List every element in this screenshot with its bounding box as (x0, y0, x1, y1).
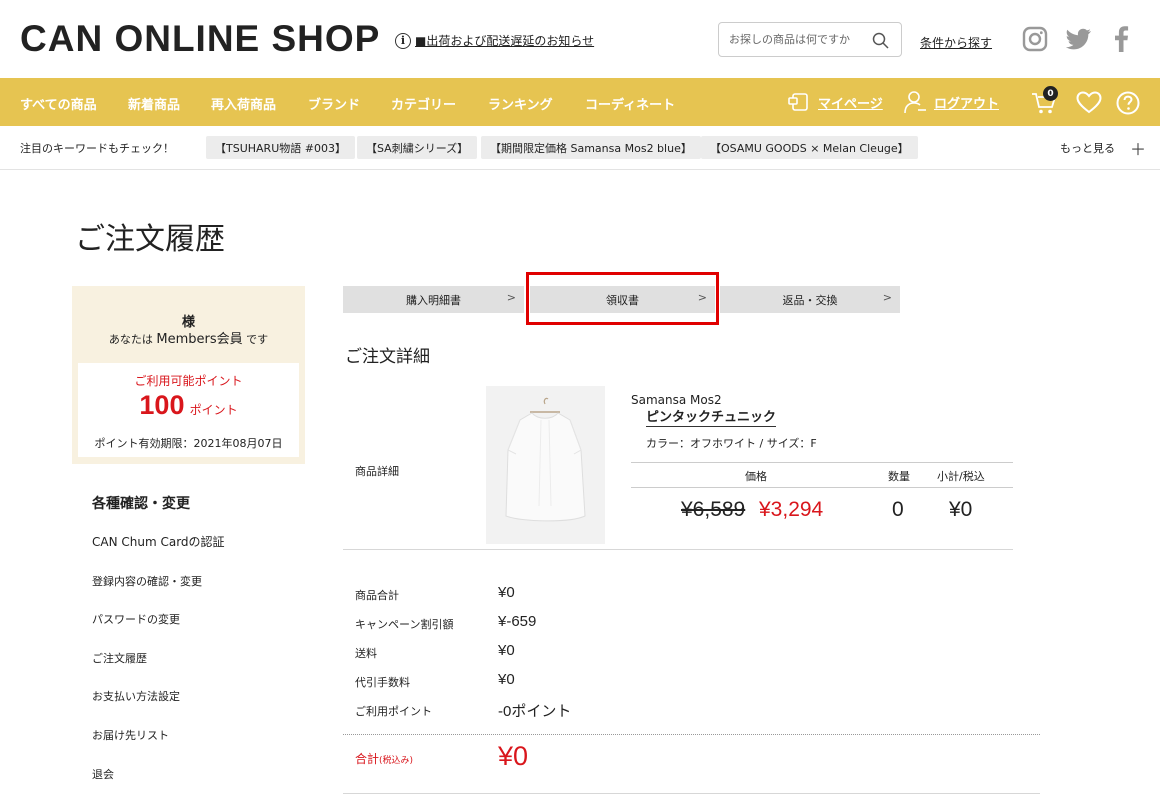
points-value: 100 ポイント (78, 390, 299, 421)
product-detail-label: 商品詳細 (355, 465, 399, 478)
subtotal-value: ¥0 (949, 498, 973, 521)
points-unit: ポイント (189, 403, 238, 417)
facebook-icon[interactable] (1113, 26, 1129, 52)
summary-divider (343, 734, 1040, 735)
total-value: ¥0 (498, 741, 529, 771)
tab-return-exchange[interactable]: 返品・交換 > (720, 286, 900, 313)
logout-label[interactable]: ログアウト (934, 93, 999, 112)
nav-all-products[interactable]: すべての商品 (20, 94, 97, 113)
nav-new-arrivals[interactable]: 新着商品 (128, 94, 180, 113)
instagram-icon[interactable] (1022, 26, 1048, 52)
product-brand: Samansa Mos2 (631, 393, 722, 407)
product-image[interactable] (486, 386, 605, 544)
side-menu-heading: 各種確認・変更 (92, 496, 190, 512)
nav-ranking[interactable]: ランキング (488, 94, 553, 113)
nav-restock[interactable]: 再入荷商品 (211, 94, 276, 113)
shipping-notice-link[interactable]: ■出荷および配送遅延のお知らせ (415, 32, 594, 49)
summary-label: 商品合計 (355, 589, 399, 602)
summary-label: キャンペーン割引額 (355, 618, 454, 631)
search-icon[interactable] (872, 32, 889, 49)
summary-label: 送料 (355, 647, 377, 660)
page-title: ご注文履歴 (75, 222, 225, 257)
nav-category[interactable]: カテゴリー (391, 94, 456, 113)
cart-button[interactable]: 0 (1031, 78, 1058, 126)
quantity-header: 数量 (888, 470, 910, 483)
side-item-addresses[interactable]: お届け先リスト (92, 727, 169, 743)
side-item-order-history[interactable]: ご注文履歴 (92, 650, 147, 666)
divider (343, 549, 1013, 550)
tab-label: 購入明細書 (406, 293, 461, 307)
points-panel: ご利用可能ポイント 100 ポイント ポイント有効期限：2021年08月07日 (78, 363, 299, 457)
tab-label: 返品・交換 (782, 293, 838, 307)
price-table-header: 価格 数量 小計/税込 (631, 462, 1013, 488)
keyword-chip[interactable]: 【SA刺繍シリーズ】 (357, 136, 478, 159)
member-rank: あなたは Members会員 です (72, 328, 305, 347)
twitter-icon[interactable] (1066, 28, 1092, 50)
keyword-bar: 注目のキーワードもチェック！ 【TSUHARU物語 #003】 【SA刺繍シリー… (0, 126, 1160, 170)
summary-value: ¥0 (498, 584, 515, 601)
summary-label: ご利用ポイント (355, 705, 432, 718)
subtotal-header: 小計/税込 (937, 470, 985, 483)
keyword-chip[interactable]: 【OSAMU GOODS × Melan Cleuge】 (701, 136, 918, 159)
side-item-payment[interactable]: お支払い方法設定 (92, 688, 180, 704)
site-logo[interactable]: CAN ONLINE SHOP (20, 18, 380, 60)
points-number: 100 (139, 390, 185, 420)
tab-purchase-statement[interactable]: 購入明細書 > (343, 286, 524, 313)
summary-value: ¥-659 (498, 613, 537, 630)
summary-value: -0ポイント (498, 703, 572, 720)
sale-price: ¥3,294 (759, 498, 824, 521)
tunic-icon (505, 397, 586, 522)
keyword-chip[interactable]: 【期間限定価格 Samansa Mos2 blue】 (481, 136, 701, 159)
highlight-box (526, 272, 719, 325)
original-price: ¥6,589 (681, 498, 746, 521)
info-icon: i (395, 32, 411, 49)
site-header: CAN ONLINE SHOP i ■出荷および配送遅延のお知らせ 条件から探す (0, 0, 1160, 78)
side-item-password[interactable]: パスワードの変更 (92, 611, 180, 627)
product-attributes: カラー：オフホワイト / サイズ：F (646, 437, 817, 450)
summary-label: 代引手数料 (355, 676, 410, 689)
heart-icon[interactable] (1076, 91, 1102, 114)
points-title: ご利用可能ポイント (134, 374, 243, 388)
chevron-right-icon: > (506, 291, 516, 304)
quantity-value: 0 (892, 498, 904, 521)
logout-link[interactable]: ログアウト (904, 78, 999, 126)
search-box[interactable] (718, 22, 902, 57)
global-nav: すべての商品 新着商品 再入荷商品 ブランド カテゴリー ランキング コーディネ… (0, 78, 1160, 126)
nav-brand[interactable]: ブランド (308, 94, 360, 113)
total-label-text: 合計 (355, 752, 380, 766)
user-icon (904, 91, 926, 114)
member-info-box: 様 あなたは Members会員 です ご利用可能ポイント 100 ポイント ポ… (72, 286, 305, 464)
price-header: 価格 (745, 470, 767, 483)
member-rank-suffix: です (246, 333, 269, 346)
member-rank-prefix: あなたは (108, 333, 153, 346)
nav-coordinate[interactable]: コーディネート (585, 94, 675, 113)
keyword-chip[interactable]: 【TSUHARU物語 #003】 (206, 136, 355, 159)
condition-search-link[interactable]: 条件から探す (920, 34, 992, 51)
help-icon[interactable] (1116, 91, 1140, 115)
product-name-link[interactable]: ピンタックチュニック (646, 406, 777, 427)
order-detail-title: ご注文詳細 (345, 347, 430, 367)
divider (343, 793, 1040, 794)
shipping-notice[interactable]: i ■出荷および配送遅延のお知らせ (395, 32, 594, 49)
points-expiry: ポイント有効期限：2021年08月07日 (94, 437, 283, 450)
summary-value: ¥0 (498, 671, 515, 688)
keyword-more-link[interactable]: もっと見る (1060, 140, 1115, 156)
side-item-profile[interactable]: 登録内容の確認・変更 (92, 573, 202, 589)
plus-icon[interactable]: ＋ (1130, 136, 1146, 160)
search-input[interactable] (729, 33, 869, 46)
total-tax-note: (税込み) (379, 756, 414, 766)
mypage-link[interactable]: マイページ (788, 78, 883, 126)
keyword-label: 注目のキーワードもチェック！ (20, 142, 174, 155)
mypage-icon (788, 93, 808, 111)
member-rank-value: Members会員 (156, 332, 243, 347)
side-item-withdraw[interactable]: 退会 (92, 766, 114, 782)
total-label: 合計(税込み) (355, 750, 413, 767)
side-item-chum-card[interactable]: CAN Chum Cardの認証 (92, 533, 225, 550)
summary-value: ¥0 (498, 642, 515, 659)
chevron-right-icon: > (882, 291, 892, 304)
cart-count-badge: 0 (1043, 86, 1058, 101)
mypage-label[interactable]: マイページ (818, 93, 883, 112)
